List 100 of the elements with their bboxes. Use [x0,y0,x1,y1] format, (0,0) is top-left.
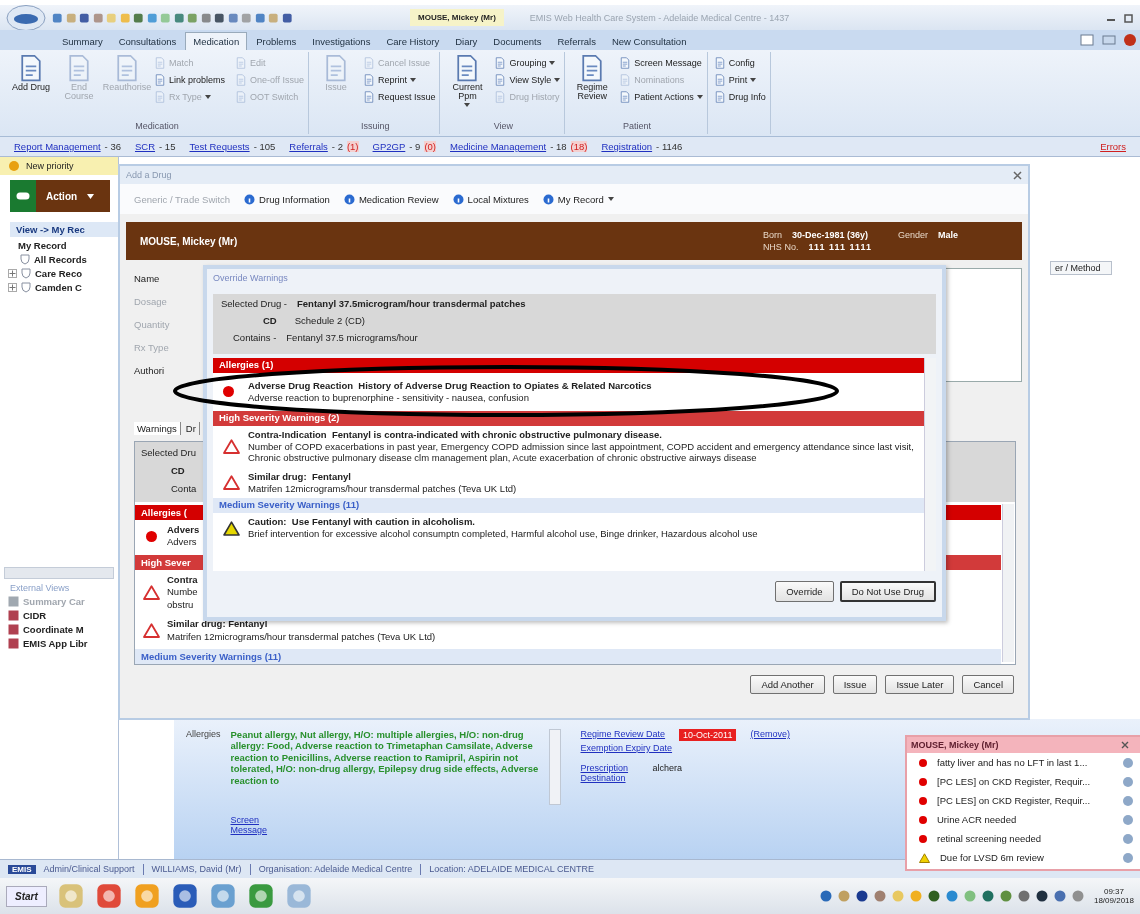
dialog-button[interactable]: Cancel [962,675,1014,694]
window-icon[interactable] [1080,34,1094,46]
toolbar-button[interactable]: Medication Review [343,193,439,205]
tool-icon[interactable] [133,11,144,24]
breadcrumb[interactable]: View -> My Rec [10,222,118,237]
tool-icon[interactable] [52,11,63,24]
dialog-button[interactable]: Issue Later [885,675,955,694]
errors-link[interactable]: Errors [1100,141,1126,152]
notification-bar[interactable]: New priority [0,157,118,175]
queue-link[interactable]: Registration [601,141,653,152]
start-button[interactable]: Start [6,885,47,907]
section-header[interactable]: Medium Severity Warnings (11) [213,498,924,514]
tool-icon[interactable] [254,11,265,24]
ribbon-tab[interactable]: Care History [379,33,447,50]
alert-item[interactable]: Urine ACR needed [937,814,1113,825]
tree-item[interactable]: My Record [18,240,118,251]
info-icon[interactable] [1123,814,1133,825]
ribbon-tab[interactable]: Summary [55,33,110,50]
section-header[interactable]: Medium Severity Warnings (11) [135,649,1001,664]
exemption-link[interactable]: Exemption Expiry Date [580,743,790,753]
close-icon[interactable] [1013,170,1022,180]
queue-link[interactable]: Report Management [14,141,101,152]
ribbon-tab[interactable]: New Consultation [604,33,694,50]
ribbon-button[interactable]: Grouping [494,54,561,71]
info-icon[interactable] [1123,852,1133,863]
tool-icon[interactable] [281,11,292,24]
info-icon[interactable] [1123,776,1133,787]
destination-link[interactable]: Prescription Destination [580,763,639,783]
patient-tab[interactable]: MOUSE, Mickey (Mr) [410,9,504,26]
external-view-item[interactable]: EMIS App Libr [8,638,118,649]
tool-icon[interactable] [227,11,238,24]
tray-icon[interactable] [927,890,940,902]
queue-link[interactable]: SCR [135,141,156,152]
toolbar-button[interactable]: My Record [542,193,614,205]
tool-icon[interactable] [200,11,211,24]
alert-item[interactable]: fatty liver and has no LFT in last 1... [937,757,1113,768]
tab[interactable]: Dr [182,422,200,435]
queue-link[interactable]: GP2GP [372,141,406,152]
dialog-button[interactable]: Do Not Use Drug [839,581,936,602]
close-icon[interactable] [1124,34,1136,46]
toolbar-button[interactable]: Drug Information [244,193,330,205]
ribbon-tab[interactable]: Documents [486,33,549,50]
external-view-item[interactable]: Coordinate M [8,624,118,635]
ribbon-tab[interactable]: Diary [448,33,485,50]
ribbon-button[interactable]: Current Ppm [446,54,489,107]
dialog-button[interactable]: Issue [832,675,878,694]
screen-message-link[interactable]: Screen Message [230,815,271,835]
ribbon-button[interactable]: Print [713,71,766,88]
info-icon[interactable] [1123,833,1133,844]
app-orb-icon[interactable] [6,4,46,31]
tool-icon[interactable] [214,11,225,24]
info-icon[interactable] [1123,795,1133,806]
app-icon[interactable] [246,882,275,910]
ribbon-button[interactable]: Link problems [154,71,226,88]
expand-icon[interactable] [8,283,17,292]
ribbon-tab[interactable]: Medication [185,32,248,50]
ribbon-tab[interactable]: Consultations [111,33,184,50]
scrollbar[interactable] [924,358,936,571]
remove-link[interactable]: (Remove) [750,729,790,739]
ribbon-button[interactable]: View Style [494,71,561,88]
ribbon-button[interactable]: Reprint [362,71,436,88]
action-button[interactable]: Action [10,180,110,212]
tray-icon[interactable] [1035,890,1048,902]
ribbon-button[interactable]: Patient Actions [619,88,703,105]
tool-icon[interactable] [79,11,90,24]
external-view-item[interactable]: CIDR [8,610,118,621]
ribbon-button[interactable]: Request Issue [362,88,436,105]
tree-item[interactable]: Camden C [35,282,82,293]
tree-item[interactable]: All Records [34,254,87,265]
column-header[interactable]: er / Method [1050,261,1112,275]
ribbon-button[interactable]: Config [713,54,766,71]
close-icon[interactable] [1121,741,1129,749]
tool-icon[interactable] [173,11,184,24]
info-icon[interactable] [1123,757,1133,768]
app-icon[interactable] [208,882,237,910]
ribbon-tab[interactable]: Investigations [305,33,378,50]
ribbon-button[interactable]: Add Drug [10,54,52,93]
queue-link[interactable]: Test Requests [189,141,250,152]
ribbon-button[interactable]: Regime Review [571,54,614,102]
ribbon-button[interactable]: Screen Message [619,54,703,71]
dialog-button[interactable]: Add Another [750,675,825,694]
restore-icon[interactable] [1124,12,1134,23]
scrollbar[interactable] [1002,504,1014,662]
tab[interactable]: Warnings [134,422,181,435]
tray-icon[interactable] [855,890,868,902]
ribbon-tab[interactable]: Referrals [550,33,603,50]
expand-icon[interactable] [8,269,17,278]
queue-link[interactable]: Medicine Management [450,141,547,152]
ribbon-button[interactable]: Drug Info [713,88,766,105]
tray-icon[interactable] [981,890,994,902]
clock[interactable]: 09:37 18/09/2018 [1093,887,1134,905]
ribbon-tab[interactable]: Problems [249,33,304,50]
alert-item[interactable]: Due for LVSD 6m review [940,852,1113,863]
alert-item[interactable]: retinal screening needed [937,833,1113,844]
regime-review-link[interactable]: Regime Review Date [580,729,666,739]
alert-item[interactable]: [PC LES] on CKD Register, Requir... [937,776,1113,787]
tree-item[interactable]: Care Reco [35,268,82,279]
alert-item[interactable]: [PC LES] on CKD Register, Requir... [937,795,1113,806]
dialog-button[interactable]: Override [775,581,834,602]
toolbar-button[interactable]: Local Mixtures [452,193,529,205]
